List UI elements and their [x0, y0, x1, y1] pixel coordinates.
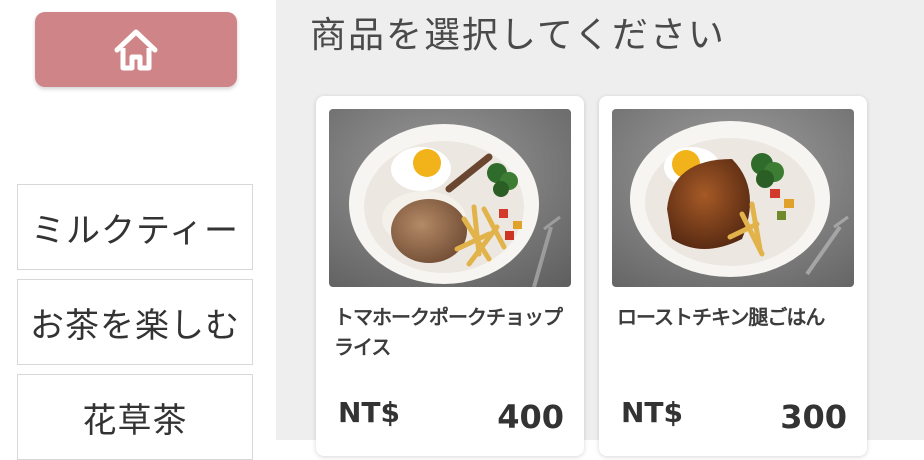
product-card[interactable]: ローストチキン腿ごはん NT$ 300 [599, 96, 867, 456]
product-name: ローストチキン腿ごはん [617, 305, 825, 329]
product-card[interactable]: トマホークポークチョップライス NT$ 400 [316, 96, 584, 456]
product-image [329, 109, 571, 287]
product-currency: NT$ [338, 396, 401, 429]
sidebar: ミルクティー お茶を楽しむ 花草茶 [0, 0, 276, 460]
product-price: 300 [780, 398, 847, 436]
main-panel: 商品を選択してください トマホークポークチョップライス NT$ 400 ロースト… [276, 0, 924, 456]
page-title: 商品を選択してください [310, 15, 726, 56]
product-image [612, 109, 854, 287]
product-price: 400 [497, 398, 564, 436]
home-icon [114, 29, 158, 70]
product-currency: NT$ [621, 396, 684, 429]
home-button[interactable] [35, 12, 237, 87]
category-milk-tea[interactable]: ミルクティー [17, 184, 253, 270]
category-herbal-tea[interactable]: 花草茶 [17, 374, 253, 460]
product-name: トマホークポークチョップライス [334, 305, 563, 359]
category-tea[interactable]: お茶を楽しむ [17, 279, 253, 365]
